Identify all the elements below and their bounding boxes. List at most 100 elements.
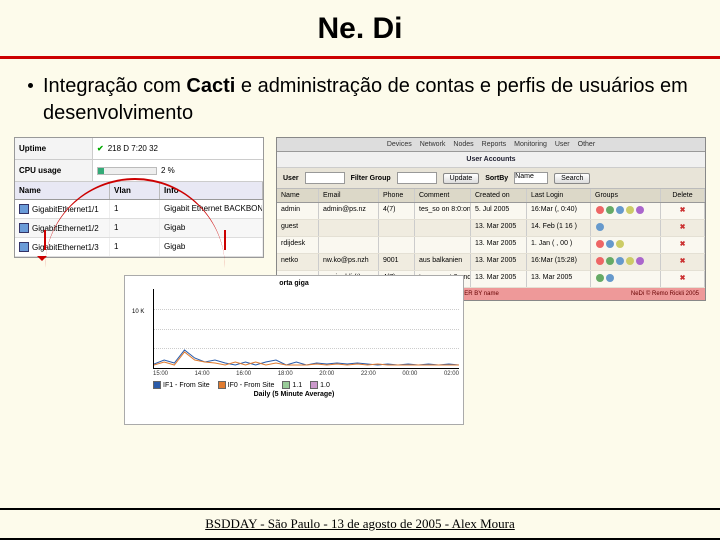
metric-label-uptime: Uptime bbox=[15, 138, 93, 159]
delete-icon[interactable]: ✖ bbox=[680, 258, 686, 265]
cell: 13. Mar 2005 bbox=[471, 271, 527, 287]
sortby-label: SortBy bbox=[485, 175, 508, 182]
delete-icon[interactable]: ✖ bbox=[680, 207, 686, 214]
cell: 1. Jan ( , 00 ) bbox=[527, 237, 591, 253]
legend-label: IF1 - From Site bbox=[163, 382, 210, 389]
user-input[interactable] bbox=[305, 172, 345, 184]
cell: aus balkanien bbox=[415, 254, 471, 270]
nav-item[interactable]: Reports bbox=[482, 141, 507, 148]
port-icon bbox=[19, 204, 29, 214]
footer-text: BSDDAY - São Paulo - 13 de agosto de 200… bbox=[205, 516, 515, 531]
filter-input[interactable] bbox=[397, 172, 437, 184]
cell: 13. Mar 2005 bbox=[471, 254, 527, 270]
cpu-bar bbox=[97, 167, 157, 175]
nav-item[interactable]: Other bbox=[578, 141, 596, 148]
bullet-dot bbox=[28, 83, 33, 88]
update-button[interactable]: Update bbox=[443, 173, 480, 184]
cell bbox=[319, 237, 379, 253]
chart-title: orta giga bbox=[129, 280, 459, 287]
traffic-chart: orta giga 10 K 15:00 14:00 16:00 18:00 2… bbox=[124, 275, 464, 425]
check-icon: ✔ bbox=[97, 144, 104, 153]
uptime-value: 218 D 7:20 32 bbox=[108, 144, 158, 153]
bullet-text: Integração com Cacti e administração de … bbox=[43, 73, 692, 127]
search-button[interactable]: Search bbox=[554, 173, 590, 184]
cell bbox=[379, 237, 415, 253]
sortby-select[interactable]: Name bbox=[514, 172, 548, 184]
delete-icon[interactable]: ✖ bbox=[680, 224, 686, 231]
cell: 5. Jul 2005 bbox=[471, 203, 527, 219]
x-tick: 00:00 bbox=[402, 371, 417, 377]
nav-item[interactable]: Nodes bbox=[453, 141, 473, 148]
panel-title: User Accounts bbox=[277, 152, 705, 168]
groups-cell bbox=[591, 237, 661, 253]
cell: admin@ps.nz bbox=[319, 203, 379, 219]
th-delete: Delete bbox=[661, 189, 705, 202]
cell: 13. Mar 2005 bbox=[527, 271, 591, 287]
table-row: netko nw.ko@ps.nzh 9001 aus balkanien 13… bbox=[277, 254, 705, 271]
th-name: Name bbox=[277, 189, 319, 202]
cell: rdijdesk bbox=[277, 237, 319, 253]
groups-cell bbox=[591, 254, 661, 270]
nav-item[interactable]: Monitoring bbox=[514, 141, 547, 148]
cell: 13. Mar 2005 bbox=[471, 220, 527, 236]
delete-icon[interactable]: ✖ bbox=[680, 275, 686, 282]
cell bbox=[415, 237, 471, 253]
cell: 13. Mar 2005 bbox=[471, 237, 527, 253]
cpu-value: 2 % bbox=[161, 166, 175, 175]
cell bbox=[319, 220, 379, 236]
cell: tes_so on 8:0:on bbox=[415, 203, 471, 219]
th-comment: Comment bbox=[415, 189, 471, 202]
cell: guest bbox=[277, 220, 319, 236]
bullet-pre: Integração com bbox=[43, 75, 186, 97]
groups-cell bbox=[591, 271, 661, 287]
table-row: admin admin@ps.nz 4(7) tes_so on 8:0:on … bbox=[277, 203, 705, 220]
groups-cell bbox=[591, 203, 661, 219]
x-tick: 22:00 bbox=[361, 371, 376, 377]
x-tick: 20:00 bbox=[319, 371, 334, 377]
chart-plot: 10 K bbox=[153, 289, 459, 369]
cell: 9001 bbox=[379, 254, 415, 270]
device-info-panel: Uptime ✔218 D 7:20 32 CPU usage 2 % Name… bbox=[14, 137, 264, 258]
user-label: User bbox=[283, 175, 299, 182]
nav-item[interactable]: Network bbox=[420, 141, 446, 148]
metric-label-cpu: CPU usage bbox=[15, 160, 93, 181]
cell bbox=[415, 220, 471, 236]
slide-footer: BSDDAY - São Paulo - 13 de agosto de 200… bbox=[0, 508, 720, 540]
bullet-area: Integração com Cacti e administração de … bbox=[0, 59, 720, 137]
x-tick: 14:00 bbox=[195, 371, 210, 377]
legend-label: IF0 - From Site bbox=[228, 382, 275, 389]
port-icon bbox=[19, 242, 29, 252]
cell: 16:Mar (15:28) bbox=[527, 254, 591, 270]
table-row: rdijdesk 13. Mar 2005 1. Jan ( , 00 ) ✖ bbox=[277, 237, 705, 254]
arrow-icon bbox=[37, 256, 47, 266]
chart-subtitle: Daily (5 Minute Average) bbox=[129, 391, 459, 398]
x-tick: 18:00 bbox=[278, 371, 293, 377]
groups-cell bbox=[591, 220, 661, 236]
th-login: Last Login bbox=[527, 189, 591, 202]
copyright-text: NeDi © Remo Rickli 2005 bbox=[631, 291, 699, 297]
table-row: guest 13. Mar 2005 14. Feb (1 16 ) ✖ bbox=[277, 220, 705, 237]
legend-label: 1.0 bbox=[320, 382, 330, 389]
delete-icon[interactable]: ✖ bbox=[680, 241, 686, 248]
cell: admin bbox=[277, 203, 319, 219]
x-tick: 15:00 bbox=[153, 371, 168, 377]
bullet-bold: Cacti bbox=[186, 75, 235, 97]
nav-item[interactable]: Devices bbox=[387, 141, 412, 148]
cell: netko bbox=[277, 254, 319, 270]
cell: 4(7) bbox=[379, 203, 415, 219]
filter-label: Filter Group bbox=[351, 175, 391, 182]
slide-title: Ne. Di bbox=[0, 12, 720, 46]
cell: 16:Mar (, 0:40) bbox=[527, 203, 591, 219]
th-groups: Groups bbox=[591, 189, 661, 202]
port-icon bbox=[19, 223, 29, 233]
th-created: Created on bbox=[471, 189, 527, 202]
cell: 14. Feb (1 16 ) bbox=[527, 220, 591, 236]
nav-item[interactable]: User bbox=[555, 141, 570, 148]
cell bbox=[379, 220, 415, 236]
nav-bar: Devices Network Nodes Reports Monitoring… bbox=[277, 138, 705, 152]
y-tick: 10 K bbox=[132, 309, 144, 315]
th-phone: Phone bbox=[379, 189, 415, 202]
legend-label: 1.1 bbox=[292, 382, 302, 389]
cell: nw.ko@ps.nzh bbox=[319, 254, 379, 270]
legend: IF1 - From Site IF0 - From Site 1.1 1.0 bbox=[153, 381, 459, 389]
